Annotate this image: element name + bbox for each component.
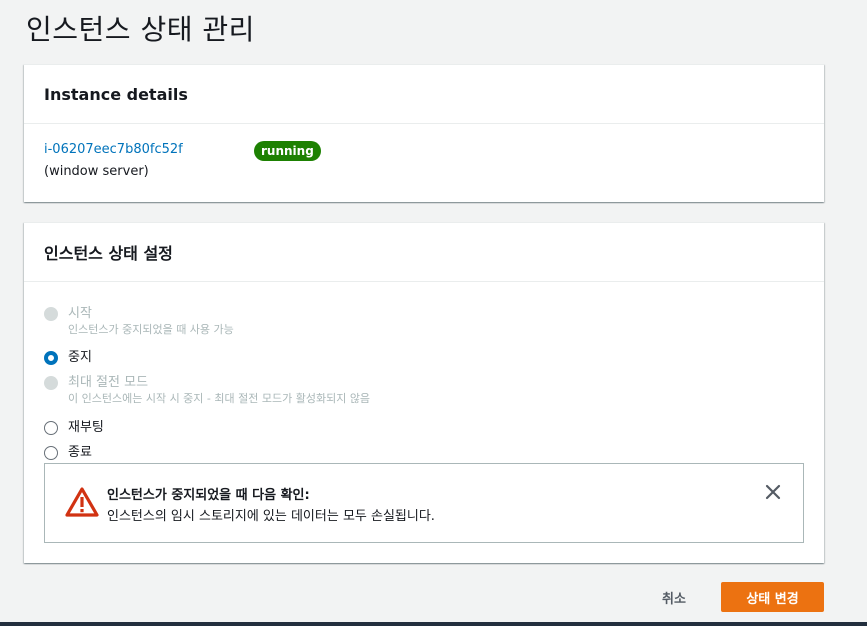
radio-label: 시작 xyxy=(68,306,92,321)
instance-name: (window server) xyxy=(44,164,149,179)
radio-label: 중지 xyxy=(68,350,92,365)
close-icon[interactable] xyxy=(763,482,783,502)
alert-body: 인스턴스의 임시 스토리지에 있는 데이터는 모두 손실됩니다. xyxy=(107,509,435,524)
status-badge: running xyxy=(254,141,321,161)
radio-option-terminate[interactable]: 종료 xyxy=(44,444,92,461)
radio-label: 종료 xyxy=(68,445,92,460)
radio-button[interactable] xyxy=(44,351,58,365)
instance-state-header: 인스턴스 상태 설정 xyxy=(24,223,824,282)
radio-option-reboot[interactable]: 재부팅 xyxy=(44,419,104,436)
radio-label: 최대 절전 모드 xyxy=(68,375,149,390)
cancel-button[interactable]: 취소 xyxy=(648,582,700,612)
radio-description: 인스턴스가 중지되었을 때 사용 가능 xyxy=(68,323,234,336)
warning-alert: 인스턴스가 중지되었을 때 다음 확인: 인스턴스의 임시 스토리지에 있는 데… xyxy=(44,463,804,543)
radio-button[interactable] xyxy=(44,446,58,460)
change-state-button[interactable]: 상태 변경 xyxy=(721,582,824,612)
page-title: 인스턴스 상태 관리 xyxy=(26,13,255,46)
radio-button[interactable] xyxy=(44,307,58,321)
instance-details-panel: Instance details i-06207eec7b80fc52f (wi… xyxy=(24,64,824,202)
warning-icon xyxy=(65,487,99,517)
instance-id-link[interactable]: i-06207eec7b80fc52f xyxy=(44,142,183,157)
instance-details-header: Instance details xyxy=(24,65,824,124)
radio-option-start[interactable]: 시작 인스턴스가 중지되었을 때 사용 가능 xyxy=(44,305,234,337)
radio-button[interactable] xyxy=(44,421,58,435)
radio-description: 이 인스턴스에는 시작 시 중지 - 최대 절전 모드가 활성화되지 않음 xyxy=(68,392,371,405)
bottom-bar xyxy=(0,622,867,626)
instance-state-panel: 인스턴스 상태 설정 시작 인스턴스가 중지되었을 때 사용 가능 중지 최대 … xyxy=(24,222,824,563)
alert-title: 인스턴스가 중지되었을 때 다음 확인: xyxy=(107,488,310,503)
radio-option-stop[interactable]: 중지 xyxy=(44,349,92,366)
radio-option-hibernate[interactable]: 최대 절전 모드 이 인스턴스에는 시작 시 중지 - 최대 절전 모드가 활성… xyxy=(44,374,370,406)
radio-label: 재부팅 xyxy=(68,420,104,435)
radio-button[interactable] xyxy=(44,376,58,390)
